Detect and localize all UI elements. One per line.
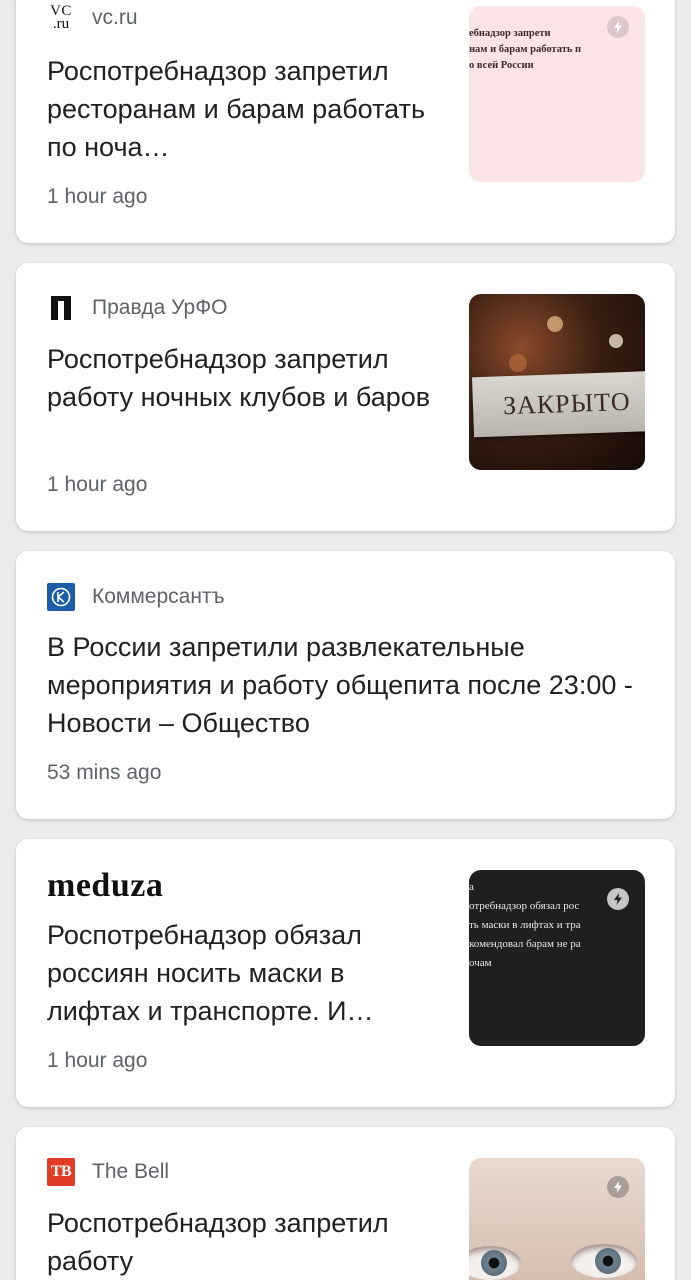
source-name: The Bell (92, 1160, 170, 1183)
article-card-the-bell[interactable]: TB The Bell Роспотребнадзор запретил раб… (16, 1127, 675, 1280)
thumbnail-caption: а отребнадзор обязал рос ть маски в лифт… (469, 881, 581, 969)
thumbnail-eye-right (571, 1244, 637, 1278)
article-time: 1 hour ago (47, 185, 148, 208)
kommersant-logo-icon (47, 583, 75, 611)
amp-lightning-icon (607, 16, 629, 38)
thumbnail-bokeh (547, 316, 563, 332)
article-card-meduza[interactable]: meduza Роспотребнадзор обязал россиян но… (16, 839, 675, 1107)
article-headline[interactable]: Роспотребнадзор запретил работу (47, 1204, 439, 1280)
meduza-logo-icon: meduza (47, 867, 164, 904)
thumbnail-caption: ебнадзор запрети нам и барам работать п … (469, 28, 582, 71)
article-card-kommersant[interactable]: Коммерсантъ В России запретили развлекат… (16, 551, 675, 819)
amp-lightning-icon (607, 888, 629, 910)
article-thumbnail[interactable]: ебнадзор запрети нам и барам работать п … (469, 6, 645, 182)
article-time: 1 hour ago (47, 1049, 148, 1072)
article-card-vc-ru[interactable]: VC .ru vc.ru Роспотребнадзор запретил ре… (16, 0, 675, 243)
article-thumbnail[interactable]: ЗАКРЫТО (469, 294, 645, 470)
article-card-pravda-urfo[interactable]: Правда УрФО Роспотребнадзор запретил раб… (16, 263, 675, 531)
amp-lightning-icon (607, 1176, 629, 1198)
article-time: 53 mins ago (47, 761, 162, 784)
news-feed: VC .ru vc.ru Роспотребнадзор запретил ре… (0, 0, 691, 1280)
article-headline[interactable]: Роспотребнадзор обязал россиян носить ма… (47, 916, 439, 1030)
article-source: TB The Bell (47, 1155, 169, 1189)
article-source: Правда УрФО (47, 291, 228, 325)
article-thumbnail[interactable] (469, 1158, 645, 1280)
vc-ru-logo-icon: VC .ru (50, 3, 72, 32)
article-headline[interactable]: Роспотребнадзор запретил ресторанам и ба… (47, 52, 439, 166)
thumbnail-bokeh (509, 354, 527, 372)
source-name: vc.ru (92, 6, 138, 29)
article-headline[interactable]: Роспотребнадзор запретил работу ночных к… (47, 340, 439, 416)
article-source: Коммерсантъ (47, 580, 225, 614)
thumbnail-eye-left (469, 1246, 521, 1280)
article-source: VC .ru vc.ru (47, 1, 138, 35)
article-time: 1 hour ago (47, 473, 148, 496)
source-name: Коммерсантъ (92, 585, 225, 608)
article-thumbnail[interactable]: а отребнадзор обязал рос ть маски в лифт… (469, 870, 645, 1046)
article-headline[interactable]: В России запретили развлекательные мероп… (47, 628, 637, 742)
closed-sign: ЗАКРЫТО (472, 370, 645, 438)
pravda-urfo-logo-icon (47, 294, 75, 322)
source-name: Правда УрФО (92, 296, 228, 319)
article-source: meduza (47, 869, 163, 903)
thumbnail-bokeh (609, 334, 623, 348)
the-bell-logo-icon: TB (47, 1158, 75, 1186)
